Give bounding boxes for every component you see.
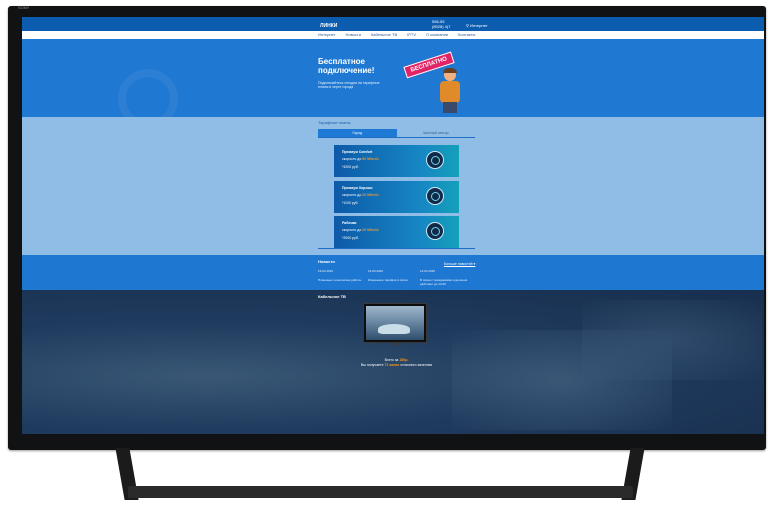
cable-tv-channels: Вы получаете 71 канал отличного качества [361, 363, 432, 367]
speedometer-icon [426, 222, 444, 240]
divider [318, 248, 475, 249]
tariff-tabs: Город Частный сектор [318, 129, 475, 138]
news-date: 19.03.2020 [368, 269, 384, 273]
hero-banner: Бесплатное подключение! Подключайтесь се… [22, 39, 764, 129]
news-text: В связи с праздниками отделения работают… [420, 278, 468, 286]
news-item[interactable]: 19.03.2020 Изменение тарифов в связи [368, 269, 420, 282]
tariffs-section: Тарифные планы Город Частный сектор Прем… [22, 117, 764, 255]
news-date: 13.03.2020 [420, 269, 436, 273]
cable-tv-title: Кабельное ТВ [318, 294, 346, 299]
news-item[interactable]: 19.03.2020 Плановые технические работы [318, 269, 370, 282]
news-date: 19.03.2020 [318, 269, 334, 273]
phone-line-2: (8928) 4(7 [432, 24, 451, 29]
tv-stand-base [128, 486, 633, 498]
hero-title: Бесплатное подключение! [318, 57, 375, 75]
tariff-card[interactable]: Премиум Хорошо скорость до 20 Мбит/с *11… [334, 181, 459, 213]
tv-image [363, 303, 427, 343]
site-header: ЛИНКИ 556-55 (8928) 4(7 ⚲ Интернет Интер… [22, 17, 764, 39]
tv-screen: ЛИНКИ 556-55 (8928) 4(7 ⚲ Интернет Интер… [22, 17, 764, 434]
tariff-speed: скорость до 20 Мбит/с [342, 193, 380, 197]
cable-tv-section: Кабельное ТВ Всего за 180р. Вы получаете… [22, 290, 764, 434]
internet-link[interactable]: ⚲ Интернет [466, 23, 488, 28]
tariff-name: Премиум Comfort [342, 150, 373, 154]
cable-tv-offer: Всего за 180р. Вы получаете 71 канал отл… [318, 358, 475, 368]
main-nav: Интернет Новости Кабельное ТВ IPTV О ком… [22, 31, 764, 39]
tv-brand-label: SONY [18, 5, 30, 10]
technician-illustration [436, 68, 464, 113]
news-title: Новости [318, 259, 335, 264]
site-logo[interactable]: ЛИНКИ [320, 23, 337, 29]
tariff-speed: скорость до 20 Мбит/с [342, 228, 380, 232]
tariff-name: Премиум Хорошо [342, 186, 373, 190]
news-text: Изменение тарифов в связи [368, 278, 408, 282]
tariff-card[interactable]: Премиум Comfort скорость до 50 Мбит/с *4… [334, 145, 459, 177]
nav-item-internet[interactable]: Интернет [318, 32, 335, 37]
nav-item-cable-tv[interactable]: Кабельное ТВ [371, 32, 397, 37]
tv-frame: SONY ЛИНКИ 556-55 (8928) 4(7 ⚲ Интернет … [8, 5, 766, 450]
news-section: Новости Больше новостей ▾ 19.03.2020 Пла… [22, 255, 764, 290]
tariff-price: *4200 руб. [342, 165, 359, 169]
tab-city[interactable]: Город [318, 129, 397, 137]
nav-item-news[interactable]: Новости [345, 32, 360, 37]
news-item[interactable]: 13.03.2020 В связи с праздниками отделен… [420, 269, 472, 286]
phone-number[interactable]: 556-55 (8928) 4(7 [432, 19, 450, 29]
tariff-price: *1100 руб. [342, 201, 359, 205]
internet-link-label: Интернет [470, 23, 488, 28]
news-text: Плановые технические работы [318, 278, 362, 282]
nav-item-iptv[interactable]: IPTV [407, 32, 416, 37]
hero-subtitle: Подключайтесь сегодня на тарифные планы … [318, 81, 380, 89]
tariffs-heading: Тарифные планы [318, 120, 351, 125]
tab-private-sector[interactable]: Частный сектор [397, 129, 476, 137]
tariff-speed: скорость до 50 Мбит/с [342, 157, 380, 161]
tariff-card[interactable]: Рабочая скорость до 20 Мбит/с *2000 руб. [334, 216, 459, 248]
speedometer-icon [426, 187, 444, 205]
speedometer-icon [426, 151, 444, 169]
tariff-price: *2000 руб. [342, 236, 359, 240]
nav-item-contacts[interactable]: Контакты [458, 32, 475, 37]
all-news-link[interactable]: Больше новостей ▾ [444, 262, 475, 266]
nav-item-about[interactable]: О компании [426, 32, 448, 37]
tariff-name: Рабочая [342, 221, 357, 225]
